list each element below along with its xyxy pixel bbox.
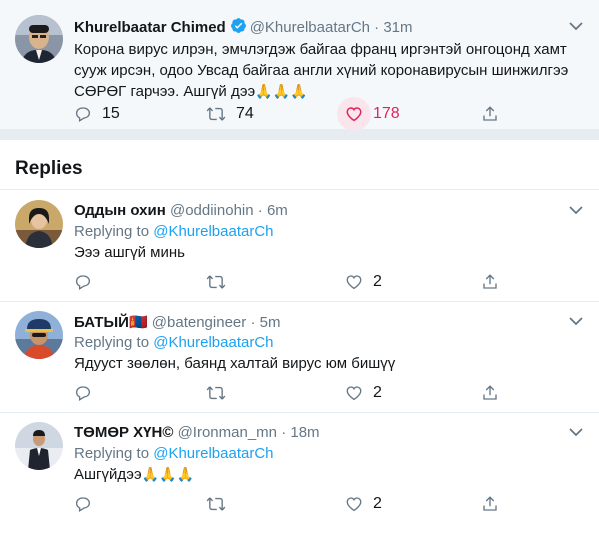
mongolia-flag-emoji: 🇲🇳: [128, 314, 148, 331]
replying-to: Replying to @KhurelbaatarCh: [74, 223, 274, 240]
separator-dot: ·: [374, 19, 380, 36]
main-tweet[interactable]: Khurelbaatar Chimed @KhurelbaatarCh · 31m…: [0, 0, 599, 131]
heart-icon: [346, 107, 362, 122]
author-name[interactable]: ТӨМӨР ХҮН©: [74, 424, 173, 441]
retweet-button[interactable]: [206, 383, 226, 403]
chevron-down-icon[interactable]: [568, 202, 584, 218]
verified-badge-icon: [230, 17, 247, 38]
tweet-text-line: Корона вирус илрэн, эмчлэгдэж байгаа фра…: [74, 41, 567, 58]
tweet-time[interactable]: 5m: [260, 314, 281, 331]
replying-to: Replying to @KhurelbaatarCh: [74, 445, 274, 462]
share-icon: [483, 106, 497, 121]
section-divider: [0, 130, 599, 140]
author-name[interactable]: Khurelbaatar Chimed: [74, 19, 226, 36]
retweet-button[interactable]: [206, 494, 226, 514]
like-button[interactable]: 2: [345, 383, 382, 403]
reply-tweet[interactable]: Оддын охин @oddiinohin · 6m Replying to …: [0, 191, 599, 301]
tweet-text: Корона вирус илрэн, эмчлэгдэж байгаа фра…: [74, 39, 584, 102]
retweet-button[interactable]: 74: [206, 104, 254, 124]
tweet-text-line: СӨРӨГ гарчээ. Ашгүй дээ🙏🙏🙏: [74, 81, 584, 102]
tweet-time[interactable]: 6m: [267, 202, 288, 219]
tweet-header: БАТЫЙ🇲🇳 @batengineer · 5m: [74, 313, 280, 331]
reply-button[interactable]: [74, 494, 92, 514]
like-button[interactable]: 178: [345, 104, 400, 124]
pray-emoji: 🙏🙏🙏: [255, 83, 308, 99]
separator-dot: ·: [281, 424, 287, 441]
like-button[interactable]: 2: [345, 494, 382, 514]
reply-icon: [75, 386, 91, 401]
author-handle[interactable]: @KhurelbaatarCh: [250, 19, 370, 36]
heart-icon: [346, 497, 362, 512]
reply-icon: [75, 107, 91, 122]
author-handle[interactable]: @oddiinohin: [170, 202, 254, 219]
tweet-text-segment: СӨРӨГ гарчээ. Ашгүй дээ: [74, 83, 256, 100]
tweet-text-segment: Ашгүйдээ: [74, 466, 142, 483]
share-icon: [483, 274, 497, 289]
replies-header: Replies: [0, 140, 599, 190]
avatar[interactable]: [15, 15, 63, 63]
replying-to-link[interactable]: @KhurelbaatarCh: [153, 445, 273, 462]
retweet-icon: [206, 497, 226, 511]
heart-icon: [346, 386, 362, 401]
reply-icon: [75, 275, 91, 290]
reply-tweet[interactable]: ТӨМӨР ХҮН© @Ironman_mn · 18m Replying to…: [0, 413, 599, 536]
replying-prefix: Replying to: [74, 223, 150, 240]
author-name[interactable]: БАТЫЙ: [74, 314, 129, 331]
separator-dot: ·: [250, 314, 256, 331]
tweet-header: ТӨМӨР ХҮН© @Ironman_mn · 18m: [74, 424, 320, 441]
pray-emoji: 🙏🙏🙏: [141, 466, 194, 482]
author-handle[interactable]: @Ironman_mn: [178, 424, 277, 441]
share-button[interactable]: [481, 494, 499, 514]
share-icon: [483, 385, 497, 400]
tweet-time[interactable]: 18m: [290, 424, 319, 441]
replying-prefix: Replying to: [74, 334, 150, 351]
like-count: 2: [373, 273, 382, 290]
like-count: 2: [373, 384, 382, 401]
tweet-text: Ядууст зөөлөн, баянд халтай вирус юм биш…: [74, 355, 396, 372]
avatar[interactable]: [15, 311, 63, 359]
retweet-icon: [206, 386, 226, 400]
tweet-header: Оддын охин @oddiinohin · 6m: [74, 202, 288, 219]
retweet-icon: [206, 275, 226, 289]
avatar[interactable]: [15, 200, 63, 248]
share-button[interactable]: [481, 272, 499, 292]
reply-button[interactable]: 15: [74, 104, 120, 124]
chevron-down-icon[interactable]: [568, 18, 584, 34]
heart-icon: [346, 275, 362, 290]
reply-icon: [75, 497, 91, 512]
chevron-down-icon[interactable]: [568, 313, 584, 329]
share-icon: [483, 496, 497, 511]
share-button[interactable]: [481, 104, 499, 124]
chevron-down-icon[interactable]: [568, 424, 584, 440]
tweet-text: Эээ ашгүй минь: [74, 244, 185, 261]
replying-to-link[interactable]: @KhurelbaatarCh: [153, 334, 273, 351]
tweet-text-line: сууж ирсэн, одоо Увсад байгаа англи хүни…: [74, 62, 569, 79]
like-button[interactable]: 2: [345, 272, 382, 292]
author-handle[interactable]: @batengineer: [152, 314, 246, 331]
retweet-count: 74: [236, 105, 254, 122]
tweet-time[interactable]: 31m: [383, 19, 412, 36]
replying-to-link[interactable]: @KhurelbaatarCh: [153, 223, 273, 240]
share-button[interactable]: [481, 383, 499, 403]
replying-to: Replying to @KhurelbaatarCh: [74, 334, 274, 351]
reply-count: 15: [102, 105, 120, 122]
retweet-button[interactable]: [206, 272, 226, 292]
retweet-icon: [206, 107, 226, 121]
author-name[interactable]: Оддын охин: [74, 202, 166, 219]
tweet-header: Khurelbaatar Chimed @KhurelbaatarCh · 31m: [74, 17, 413, 38]
separator-dot: ·: [257, 202, 263, 219]
reply-tweet[interactable]: БАТЫЙ🇲🇳 @batengineer · 5m Replying to @K…: [0, 302, 599, 412]
like-count: 178: [373, 105, 400, 122]
tweet-text: Ашгүйдээ🙏🙏🙏: [74, 464, 194, 485]
avatar[interactable]: [15, 422, 63, 470]
reply-button[interactable]: [74, 272, 92, 292]
replies-title: Replies: [15, 158, 83, 179]
like-count: 2: [373, 495, 382, 512]
reply-button[interactable]: [74, 383, 92, 403]
replying-prefix: Replying to: [74, 445, 150, 462]
